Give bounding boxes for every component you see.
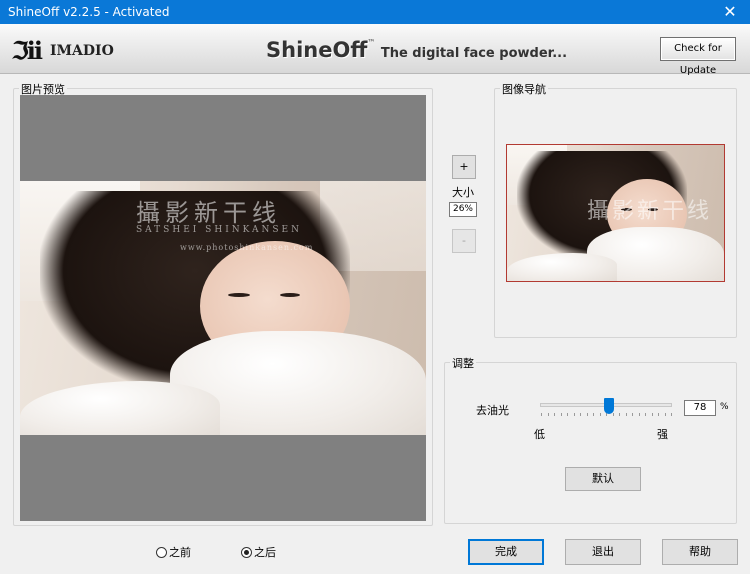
before-radio[interactable]: 之前 <box>156 544 191 560</box>
slider-tick <box>645 413 646 416</box>
watermark-cn: 攝影新干线 <box>136 199 281 227</box>
slider-tick <box>619 413 620 416</box>
slider-tick <box>573 413 575 416</box>
image-preview[interactable]: 攝影新干线 SATSHEI SHINKANSEN www.photoshinka… <box>20 95 426 521</box>
imadio-logo-icon: ℑii <box>12 36 43 65</box>
adjust-group: 调整 <box>444 355 737 524</box>
slider-tick <box>612 413 614 416</box>
slider-max-label: 强 <box>657 428 668 441</box>
slider-tick <box>632 413 633 416</box>
slider-tick <box>651 413 653 416</box>
slider-tick <box>580 413 581 416</box>
brand-tagline: The digital face powder... <box>380 46 568 61</box>
finish-button[interactable]: 完成 <box>468 539 544 565</box>
zoom-in-button[interactable]: + <box>452 155 476 179</box>
shine-value-input[interactable]: 78 <box>684 400 716 416</box>
preview-photo: 攝影新干线 SATSHEI SHINKANSEN www.photoshinka… <box>20 181 426 435</box>
brand-name: ShineOff <box>266 38 368 62</box>
zoom-label: 大小 <box>452 186 474 199</box>
slider-tick <box>547 413 549 416</box>
slider-tick <box>671 413 672 416</box>
exit-button[interactable]: 退出 <box>565 539 641 565</box>
slider-tick <box>541 413 542 416</box>
slider-tick <box>586 413 588 416</box>
navigator-view-frame[interactable] <box>506 144 725 282</box>
watermark-url: www.photoshinkansen.com <box>180 243 314 252</box>
adjust-legend: 调整 <box>450 355 476 371</box>
percent-unit: % <box>720 402 729 412</box>
app-header: ℑii IMADIO ShineOff™ The digital face po… <box>0 24 750 76</box>
check-update-button[interactable]: Check for Update <box>660 37 736 76</box>
zoom-value: 26% <box>449 202 477 217</box>
radio-after-icon <box>241 547 252 558</box>
slider-min-label: 低 <box>534 428 545 441</box>
slider-tick <box>638 413 640 416</box>
trademark: ™ <box>367 38 376 47</box>
slider-tick <box>625 413 627 416</box>
slider-tick <box>599 413 601 416</box>
navigator-legend: 图像导航 <box>500 81 548 97</box>
imadio-logo-text: IMADIO <box>50 43 114 59</box>
slider-tick <box>658 413 659 416</box>
slider-tick <box>560 413 562 416</box>
slider-tick <box>593 413 594 416</box>
watermark-en: SATSHEI SHINKANSEN <box>136 225 302 235</box>
close-icon[interactable]: ✕ <box>710 0 750 24</box>
zoom-out-button[interactable]: - <box>452 229 476 253</box>
slider-tick <box>664 413 666 416</box>
default-button[interactable]: 默认 <box>565 467 641 491</box>
before-label: 之前 <box>169 546 191 559</box>
slider-tick <box>554 413 555 416</box>
radio-before-icon <box>156 547 167 558</box>
shine-slider-thumb[interactable] <box>603 398 614 414</box>
after-label: 之后 <box>254 546 276 559</box>
shine-removal-label: 去油光 <box>476 404 509 417</box>
after-radio[interactable]: 之后 <box>241 544 276 560</box>
help-button[interactable]: 帮助 <box>662 539 738 565</box>
slider-tick <box>567 413 568 416</box>
window-title: ShineOff v2.2.5 - Activated <box>8 5 170 19</box>
brand-title: ShineOff™ The digital face powder... <box>266 38 567 62</box>
title-bar: ShineOff v2.2.5 - Activated ✕ <box>0 0 750 24</box>
